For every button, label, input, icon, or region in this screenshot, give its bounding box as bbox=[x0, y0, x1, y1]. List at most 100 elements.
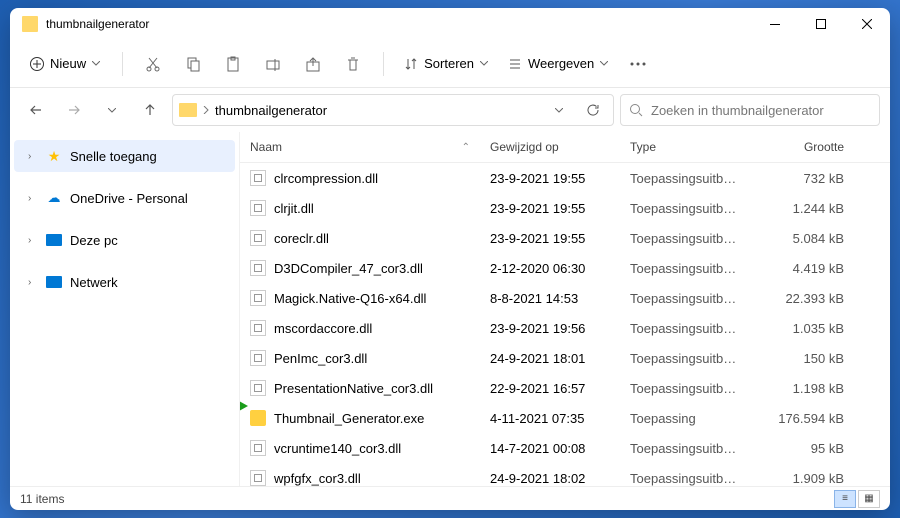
file-row[interactable]: wpfgfx_cor3.dll24-9-2021 18:02Toepassing… bbox=[240, 463, 890, 486]
search-icon bbox=[629, 103, 643, 117]
navbar: thumbnailgenerator Zoeken in thumbnailge… bbox=[10, 88, 890, 132]
monitor-icon bbox=[46, 232, 62, 248]
file-name: Magick.Native-Q16-x64.dll bbox=[274, 291, 426, 306]
address-dropdown[interactable] bbox=[545, 96, 573, 124]
sidebar-item-quick-access[interactable]: › ★ Snelle toegang bbox=[14, 140, 235, 172]
arrow-left-icon bbox=[29, 103, 43, 117]
file-row[interactable]: coreclr.dll23-9-2021 19:55Toepassingsuit… bbox=[240, 223, 890, 253]
file-row[interactable]: clrjit.dll23-9-2021 19:55Toepassingsuitb… bbox=[240, 193, 890, 223]
dll-icon bbox=[250, 470, 266, 486]
chevron-right-icon[interactable]: › bbox=[28, 235, 38, 246]
thumbnails-view-button[interactable]: ▦ bbox=[858, 490, 880, 508]
sidebar-item-network[interactable]: › Netwerk bbox=[14, 266, 235, 298]
window-controls bbox=[752, 8, 890, 40]
file-date: 23-9-2021 19:55 bbox=[480, 201, 620, 216]
chevron-right-icon bbox=[203, 106, 209, 114]
sort-button[interactable]: Sorteren bbox=[396, 50, 496, 77]
close-button[interactable] bbox=[844, 8, 890, 40]
column-date[interactable]: Gewijzigd op bbox=[480, 132, 620, 162]
file-row[interactable]: Magick.Native-Q16-x64.dll8-8-2021 14:53T… bbox=[240, 283, 890, 313]
dll-icon bbox=[250, 380, 266, 396]
sidebar-label: Netwerk bbox=[70, 275, 118, 290]
trash-icon bbox=[345, 56, 361, 72]
copy-icon bbox=[185, 56, 201, 72]
file-type: Toepassingsuitbreidi... bbox=[620, 441, 750, 456]
dll-icon bbox=[250, 230, 266, 246]
file-type: Toepassingsuitbreidi... bbox=[620, 381, 750, 396]
refresh-icon bbox=[586, 103, 600, 117]
cloud-icon: ☁ bbox=[46, 190, 62, 206]
file-date: 23-9-2021 19:55 bbox=[480, 171, 620, 186]
window-title: thumbnailgenerator bbox=[46, 17, 752, 31]
dll-icon bbox=[250, 170, 266, 186]
file-name: vcruntime140_cor3.dll bbox=[274, 441, 401, 456]
item-count: 11 items bbox=[20, 492, 64, 506]
delete-button[interactable] bbox=[335, 46, 371, 82]
file-row[interactable]: Thumbnail_Generator.exe4-11-2021 07:35To… bbox=[240, 403, 890, 433]
plus-icon bbox=[30, 57, 44, 71]
file-name: D3DCompiler_47_cor3.dll bbox=[274, 261, 423, 276]
minimize-button[interactable] bbox=[752, 8, 798, 40]
back-button[interactable] bbox=[20, 94, 52, 126]
ellipsis-icon bbox=[630, 62, 646, 66]
file-date: 23-9-2021 19:55 bbox=[480, 231, 620, 246]
address-bar[interactable]: thumbnailgenerator bbox=[172, 94, 614, 126]
file-date: 24-9-2021 18:02 bbox=[480, 471, 620, 486]
file-date: 22-9-2021 16:57 bbox=[480, 381, 620, 396]
file-date: 23-9-2021 19:56 bbox=[480, 321, 620, 336]
dll-icon bbox=[250, 440, 266, 456]
forward-button[interactable] bbox=[58, 94, 90, 126]
exe-icon bbox=[250, 410, 266, 426]
body: › ★ Snelle toegang › ☁ OneDrive - Person… bbox=[10, 132, 890, 486]
sidebar-label: Deze pc bbox=[70, 233, 118, 248]
chevron-down-icon bbox=[92, 61, 100, 66]
rename-button[interactable] bbox=[255, 46, 291, 82]
file-row[interactable]: D3DCompiler_47_cor3.dll2-12-2020 06:30To… bbox=[240, 253, 890, 283]
chevron-right-icon[interactable]: › bbox=[28, 277, 38, 288]
search-placeholder: Zoeken in thumbnailgenerator bbox=[651, 103, 824, 118]
recent-button[interactable] bbox=[96, 94, 128, 126]
file-type: Toepassingsuitbreidi... bbox=[620, 351, 750, 366]
sidebar-item-this-pc[interactable]: › Deze pc bbox=[14, 224, 235, 256]
dll-icon bbox=[250, 350, 266, 366]
chevron-right-icon[interactable]: › bbox=[28, 193, 38, 204]
copy-button[interactable] bbox=[175, 46, 211, 82]
star-icon: ★ bbox=[46, 148, 62, 164]
file-row[interactable]: PresentationNative_cor3.dll22-9-2021 16:… bbox=[240, 373, 890, 403]
file-date: 8-8-2021 14:53 bbox=[480, 291, 620, 306]
new-button[interactable]: Nieuw bbox=[20, 50, 110, 77]
sort-label: Sorteren bbox=[424, 56, 474, 71]
file-name: PenImc_cor3.dll bbox=[274, 351, 367, 366]
file-row[interactable]: vcruntime140_cor3.dll14-7-2021 00:08Toep… bbox=[240, 433, 890, 463]
file-name: Thumbnail_Generator.exe bbox=[274, 411, 424, 426]
sort-indicator-icon: ⌃ bbox=[462, 142, 470, 153]
refresh-button[interactable] bbox=[579, 96, 607, 124]
share-button[interactable] bbox=[295, 46, 331, 82]
titlebar[interactable]: thumbnailgenerator bbox=[10, 8, 890, 40]
chevron-right-icon[interactable]: › bbox=[28, 151, 38, 162]
file-size: 1.244 kB bbox=[750, 201, 854, 216]
up-button[interactable] bbox=[134, 94, 166, 126]
details-view-button[interactable]: ≡ bbox=[834, 490, 856, 508]
file-row[interactable]: PenImc_cor3.dll24-9-2021 18:01Toepassing… bbox=[240, 343, 890, 373]
column-size[interactable]: Grootte bbox=[750, 132, 854, 162]
column-type[interactable]: Type bbox=[620, 132, 750, 162]
file-list[interactable]: clrcompression.dll23-9-2021 19:55Toepass… bbox=[240, 163, 890, 486]
more-button[interactable] bbox=[620, 46, 656, 82]
maximize-button[interactable] bbox=[798, 8, 844, 40]
sidebar-item-onedrive[interactable]: › ☁ OneDrive - Personal bbox=[14, 182, 235, 214]
file-row[interactable]: mscordaccore.dll23-9-2021 19:56Toepassin… bbox=[240, 313, 890, 343]
cut-button[interactable] bbox=[135, 46, 171, 82]
paste-button[interactable] bbox=[215, 46, 251, 82]
file-row[interactable]: clrcompression.dll23-9-2021 19:55Toepass… bbox=[240, 163, 890, 193]
file-type: Toepassingsuitbreidi... bbox=[620, 171, 750, 186]
view-button[interactable]: Weergeven bbox=[500, 50, 616, 77]
file-size: 4.419 kB bbox=[750, 261, 854, 276]
dll-icon bbox=[250, 200, 266, 216]
chevron-down-icon bbox=[600, 61, 608, 66]
explorer-window: thumbnailgenerator Nieuw Sorteren Weerge… bbox=[10, 8, 890, 510]
column-name[interactable]: Naam⌃ bbox=[240, 132, 480, 162]
file-name: mscordaccore.dll bbox=[274, 321, 372, 336]
file-size: 1.198 kB bbox=[750, 381, 854, 396]
search-box[interactable]: Zoeken in thumbnailgenerator bbox=[620, 94, 880, 126]
